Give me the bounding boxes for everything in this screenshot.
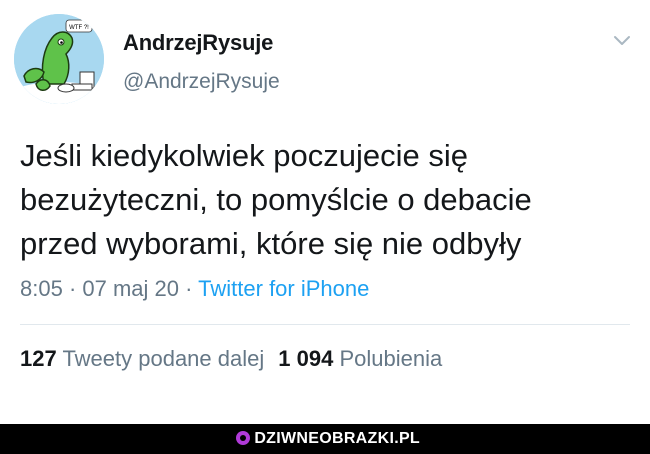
tweet-text: Jeśli kiedykolwiek poczujecie się bezuży…	[20, 134, 640, 266]
meta-separator: ·	[62, 276, 83, 301]
likes-count: 1 094	[278, 346, 334, 371]
divider	[20, 324, 630, 325]
tweet-text-line: bezużyteczni, to pomyślcie o debacie	[20, 182, 532, 217]
user-handle[interactable]: @AndrzejRysuje	[123, 70, 280, 94]
tweet-text-line: przed wyborami, które się nie odbyły	[20, 226, 522, 261]
tweet-source-link[interactable]: Twitter for iPhone	[198, 276, 369, 301]
retweets-stat[interactable]: 127 Tweety podane dalej	[20, 346, 264, 371]
brand-text: DZIWNEOBRAZKI.PL	[254, 430, 420, 447]
retweets-label: Tweety podane dalej	[62, 346, 265, 371]
tweet-meta: 8:05 · 07 maj 20 · Twitter for iPhone	[20, 276, 369, 302]
tweet-date[interactable]: 07 maj 20	[82, 276, 179, 301]
tweet-card: WTF ?! AndrzejRysuje @AndrzejRysuje Jeśl…	[0, 0, 650, 424]
likes-stat[interactable]: 1 094 Polubienia	[278, 346, 442, 371]
meta-separator: ·	[179, 276, 199, 301]
tweet-text-line: Jeśli kiedykolwiek poczujecie się	[20, 138, 468, 173]
site-watermark: DZIWNEOBRAZKI.PL	[236, 430, 420, 448]
likes-label: Polubienia	[339, 346, 443, 371]
brand-logo-icon	[236, 431, 251, 445]
display-name[interactable]: AndrzejRysuje	[123, 30, 273, 56]
tweet-time[interactable]: 8:05	[20, 276, 63, 301]
avatar-badge-text: WTF ?!	[69, 25, 89, 31]
watermark-bar: DZIWNEOBRAZKI.PL	[0, 424, 650, 454]
retweets-count: 127	[20, 346, 57, 371]
tweet-stats: 127 Tweety podane dalej 1 094 Polubienia	[20, 346, 442, 372]
cartoon-avatar-icon: WTF ?!	[14, 14, 104, 104]
chevron-down-icon[interactable]	[612, 33, 632, 47]
avatar[interactable]: WTF ?!	[14, 14, 104, 104]
